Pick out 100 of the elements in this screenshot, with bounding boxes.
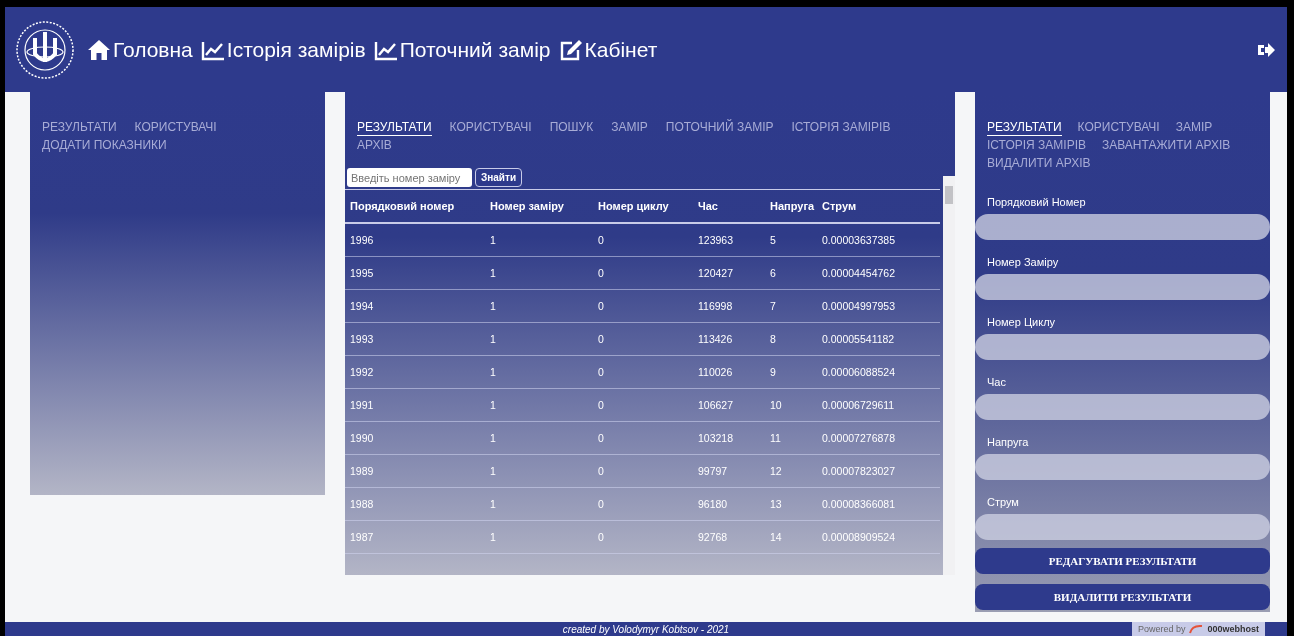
nav-link[interactable]: Головна — [87, 37, 193, 62]
tab[interactable]: АРХІВ — [357, 138, 392, 154]
table-cell-text: 1 — [490, 465, 497, 477]
tab[interactable]: ІСТОРІЯ ЗАМІРІВ — [987, 138, 1086, 154]
table-cell-text: 12 — [770, 465, 783, 477]
table-cell-text: 110026 — [698, 366, 734, 378]
search-button[interactable]: Знайти — [475, 168, 523, 187]
table-cell-text: 99797 — [698, 465, 729, 477]
table-cell-text: 0.00006729611 — [822, 399, 896, 411]
tab[interactable]: ПОТОЧНИЙ ЗАМІР — [665, 120, 774, 136]
table-cell-text: 13 — [770, 498, 783, 510]
table-cell-text: 1 — [490, 366, 497, 378]
table-cell-text: 0 — [598, 465, 605, 477]
home-icon — [87, 38, 111, 61]
table-cell-text: 0.00007823027 — [822, 465, 896, 477]
table-cell-text: 106627 — [698, 399, 735, 411]
table-cell-text: 113426 — [698, 333, 734, 345]
table-cell-text: 1 — [490, 267, 497, 279]
field-label: Час — [986, 376, 1007, 390]
field-label: Напруга — [986, 436, 1030, 450]
column-header: Порядковий номер — [350, 200, 456, 212]
table-cell-text: 0 — [598, 432, 605, 444]
hosting-badge[interactable]: Powered by 000webhost — [1131, 622, 1265, 636]
nav-link[interactable]: Кабінет — [558, 37, 658, 62]
tab[interactable]: КОРИСТУВАЧІ — [1077, 120, 1160, 136]
table-cell-text: 11 — [770, 432, 782, 444]
scrollbar[interactable] — [943, 176, 955, 575]
table-cell-text: 103218 — [698, 432, 735, 444]
input-field[interactable] — [975, 274, 1270, 300]
table-cell-text: 96180 — [698, 498, 729, 510]
table-cell-text: 1996 — [350, 234, 375, 246]
table-cell-text: 0.00004454762 — [822, 267, 896, 279]
input-field[interactable] — [975, 394, 1270, 420]
column-header: Час — [698, 200, 719, 212]
field-label: Порядковий Номер — [986, 196, 1087, 210]
tab[interactable]: РЕЗУЛЬТАТИ — [42, 120, 117, 136]
tab[interactable]: ПОШУК — [549, 120, 594, 136]
table-cell-text: 1989 — [350, 465, 375, 477]
table-cell-text: 1 — [490, 432, 497, 444]
table-cell-text: 1 — [490, 333, 497, 345]
column-header: Напруга — [770, 200, 816, 212]
input-field[interactable] — [975, 454, 1270, 480]
table-cell-text: 1 — [490, 234, 497, 246]
tab[interactable]: ВИДАЛИТИ АРХІВ — [987, 156, 1091, 172]
input-field[interactable] — [975, 334, 1270, 360]
search-field[interactable]: Введіть номер заміру — [347, 168, 472, 187]
table-cell-text: 0 — [598, 366, 605, 378]
tab[interactable]: ЗАМІР — [611, 120, 648, 136]
table-cell-text: 0.00006088524 — [822, 366, 896, 378]
table-cell-text: 0.00004997953 — [822, 300, 896, 312]
table-cell-text: 8 — [770, 333, 777, 345]
tab[interactable]: ІСТОРІЯ ЗАМІРІВ — [791, 120, 891, 136]
input-field[interactable] — [975, 514, 1270, 540]
table-cell-text: 0.00008909524 — [822, 531, 896, 543]
university-logo[interactable] — [15, 19, 75, 80]
table-cell-text: 92768 — [698, 531, 729, 543]
table-cell-text: 0 — [598, 234, 605, 246]
input-field[interactable] — [975, 214, 1270, 240]
edit-icon — [558, 38, 583, 61]
table-cell-text: 5 — [770, 234, 777, 246]
table-cell-text: 0.00008366081 — [822, 498, 896, 510]
tab[interactable]: РЕЗУЛЬТАТИ — [987, 120, 1062, 136]
logout-icon[interactable] — [1257, 41, 1275, 58]
host-logo-icon — [1189, 624, 1204, 634]
table-cell-text: 0.00005541182 — [822, 333, 896, 345]
table-cell-text: 0 — [598, 498, 605, 510]
table-cell-text: 123963 — [698, 234, 735, 246]
tab[interactable]: ЗАМІР — [1175, 120, 1213, 136]
table-cell-text: 120427 — [698, 267, 735, 279]
table-cell-text: 1991 — [350, 399, 375, 411]
table-cell-text: 10 — [770, 399, 783, 411]
field-label: Струм — [986, 496, 1020, 510]
table-cell-text: 1993 — [350, 333, 375, 345]
tab[interactable]: ДОДАТИ ПОКАЗНИКИ — [42, 138, 167, 154]
column-header: Номер циклу — [598, 200, 670, 212]
table-cell-text: 1 — [490, 300, 497, 312]
table-cell-text: 1992 — [350, 366, 375, 378]
table-cell-text: 0 — [598, 333, 605, 345]
table-cell-text: 1 — [490, 399, 497, 411]
footer-credit: created by Volodymyr Kobtsov - 2021 — [562, 623, 730, 635]
field-label: Номер Заміру — [986, 256, 1060, 270]
table-cell-text: 1995 — [350, 267, 375, 279]
table-cell-text: 0.00003637385 — [822, 234, 896, 246]
table-cell-text: 116998 — [698, 300, 734, 312]
column-header: Номер заміру — [490, 200, 565, 212]
table-cell-text: 1990 — [350, 432, 375, 444]
tab[interactable]: КОРИСТУВАЧІ — [134, 120, 217, 136]
table-cell-text: 0 — [598, 399, 605, 411]
column-header: Струм — [822, 200, 857, 212]
tab[interactable]: РЕЗУЛЬТАТИ — [357, 120, 432, 136]
action-button[interactable]: РЕДАГУВАТИ РЕЗУЛЬТАТИ — [975, 548, 1270, 574]
field-label: Номер Циклу — [986, 316, 1057, 330]
tab[interactable]: ЗАВАНТАЖИТИ АРХІВ — [1102, 138, 1231, 154]
tab[interactable]: КОРИСТУВАЧІ — [449, 120, 532, 136]
action-button[interactable]: ВИДАЛИТИ РЕЗУЛЬТАТИ — [975, 584, 1270, 610]
table-cell-text: 1988 — [350, 498, 375, 510]
nav-link[interactable]: Поточний замір — [373, 37, 551, 62]
nav-link[interactable]: Історія замірів — [200, 37, 366, 62]
table-cell-text: 0 — [598, 300, 605, 312]
table-cell-text: 9 — [770, 366, 777, 378]
